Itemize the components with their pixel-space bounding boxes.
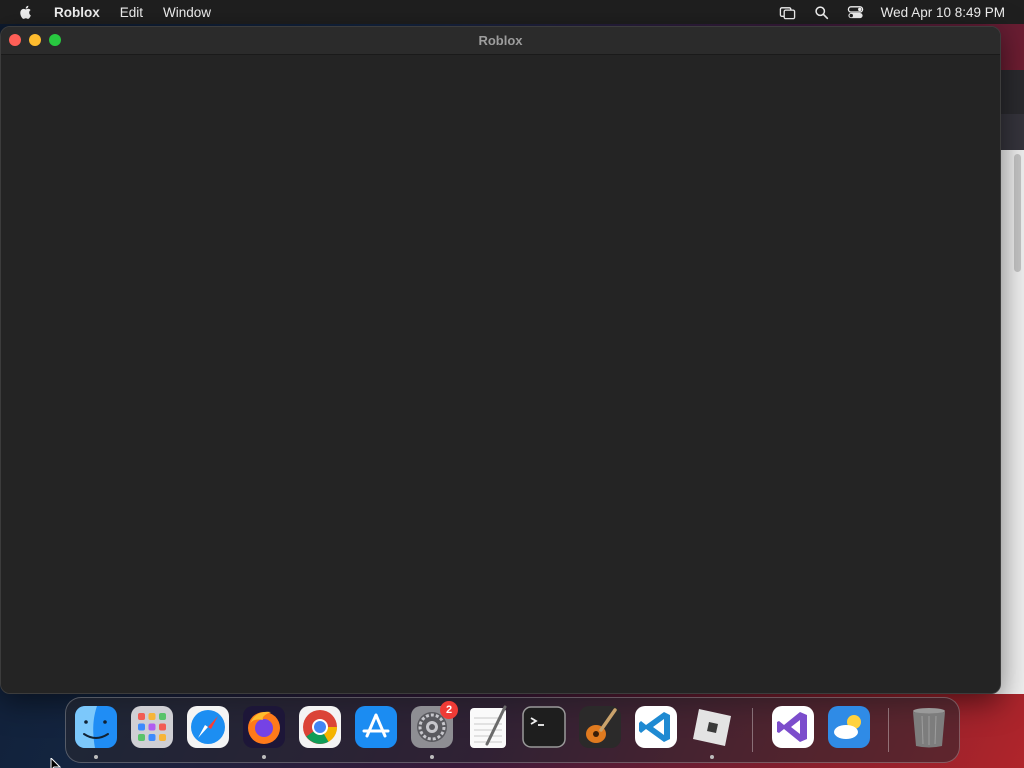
dock-item-textedit[interactable] — [465, 704, 511, 750]
menu-edit[interactable]: Edit — [120, 5, 143, 20]
background-window-scrollbar[interactable] — [1014, 154, 1021, 272]
dock-item-safari[interactable] — [185, 704, 231, 750]
dock-item-finder[interactable] — [73, 704, 119, 759]
app-store-icon — [355, 706, 397, 748]
running-indicator — [430, 755, 434, 759]
chrome-icon — [299, 706, 341, 748]
safari-icon — [187, 706, 229, 748]
search-icon[interactable] — [813, 3, 831, 21]
dock-item-terminal[interactable] — [521, 704, 567, 750]
dock-item-launchpad[interactable] — [129, 704, 175, 750]
dock-item-garageband[interactable] — [577, 704, 623, 750]
mouse-cursor-icon — [50, 758, 62, 768]
weather-icon — [828, 706, 870, 748]
menu-bar: Roblox Edit Window Wed Apr 10 8:49 PM — [0, 0, 1024, 24]
window-titlebar[interactable]: Roblox — [1, 27, 1000, 55]
dock-item-system-settings[interactable]: 2 — [409, 701, 458, 759]
apple-menu-icon[interactable] — [18, 3, 36, 21]
dock: 2 — [65, 697, 960, 763]
window-content[interactable] — [1, 55, 1000, 693]
notification-badge: 2 — [440, 701, 458, 719]
dock-item-trash[interactable] — [906, 704, 952, 750]
running-indicator — [262, 755, 266, 759]
textedit-icon — [470, 705, 507, 748]
window-title: Roblox — [478, 33, 523, 48]
menu-window[interactable]: Window — [163, 5, 211, 20]
running-indicator — [710, 755, 714, 759]
firefox-icon — [243, 706, 285, 748]
screen-mirroring-icon[interactable] — [779, 3, 797, 21]
dock-separator — [752, 708, 753, 752]
dock-item-chrome[interactable] — [297, 704, 343, 750]
dock-item-roblox[interactable] — [689, 704, 735, 759]
dock-item-vscode[interactable] — [633, 704, 679, 750]
dock-item-visual-studio[interactable] — [770, 704, 816, 750]
trash-icon — [913, 708, 945, 748]
running-indicator — [94, 755, 98, 759]
dock-item-weather[interactable] — [826, 704, 872, 750]
dock-separator — [888, 708, 889, 752]
launchpad-icon — [131, 706, 173, 748]
roblox-icon — [693, 709, 731, 746]
control-center-icon[interactable] — [847, 3, 865, 21]
finder-icon — [75, 706, 117, 748]
menubar-clock[interactable]: Wed Apr 10 8:49 PM — [881, 5, 1005, 20]
terminal-icon — [522, 706, 566, 748]
garageband-icon — [579, 706, 621, 748]
app-menu-roblox[interactable]: Roblox — [54, 5, 100, 20]
visual-studio-icon — [772, 706, 814, 748]
vscode-icon — [635, 706, 677, 748]
roblox-window: Roblox — [0, 26, 1001, 694]
dock-item-app-store[interactable] — [353, 704, 399, 750]
dock-item-firefox[interactable] — [241, 704, 287, 759]
